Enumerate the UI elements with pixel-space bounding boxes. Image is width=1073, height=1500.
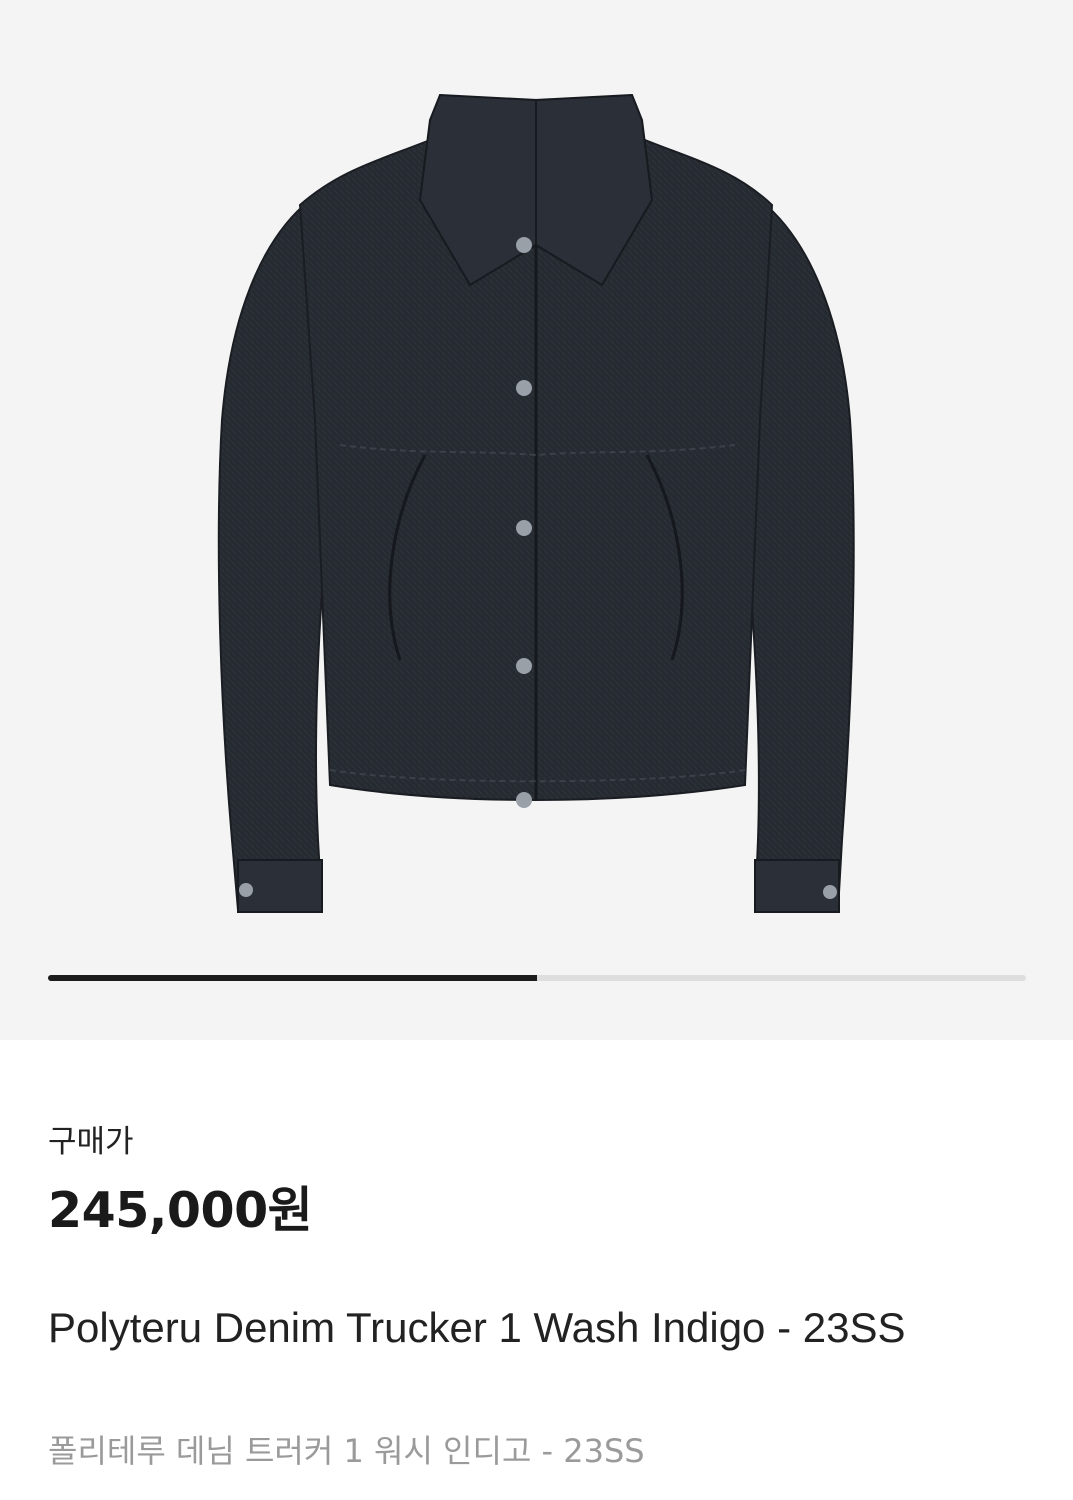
gallery-progress-bar <box>48 975 1026 981</box>
gallery-progress-indicator <box>48 975 537 981</box>
price-label: 구매가 <box>48 1124 134 1160</box>
product-detail-page: 구매가 245,000원 Polyteru Denim Trucker 1 Wa… <box>0 0 1073 1500</box>
product-image-carousel[interactable] <box>0 0 1073 1040</box>
product-name-english: Polyteru Denim Trucker 1 Wash Indigo - 2… <box>48 1304 906 1351</box>
denim-jacket-image <box>217 93 855 913</box>
price-value: 245,000원 <box>48 1182 313 1239</box>
product-name-korean: 폴리테루 데님 트러커 1 워시 인디고 - 23SS <box>48 1432 645 1470</box>
